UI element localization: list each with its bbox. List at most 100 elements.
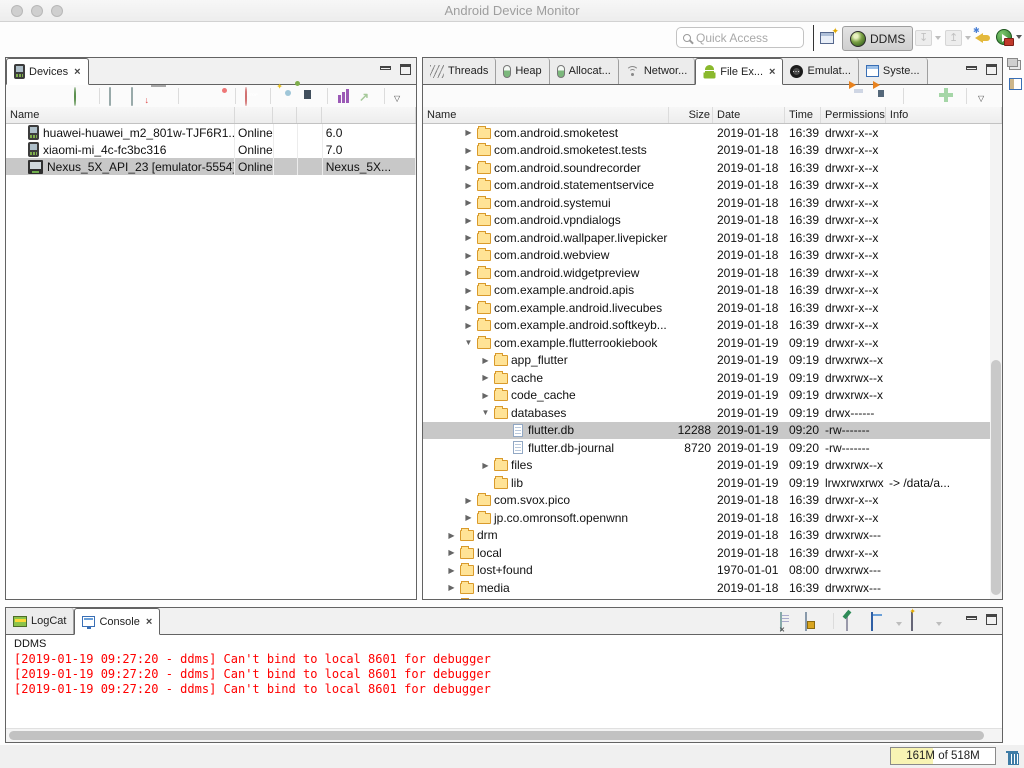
expand-arrow-icon[interactable]: ▶ [463, 128, 474, 137]
maximize-view-icon[interactable] [400, 64, 411, 75]
scrollbar-thumb[interactable] [9, 731, 984, 740]
expand-arrow-icon[interactable]: ▶ [463, 198, 474, 207]
tree-row[interactable]: ▶ com.android.webview 2019-01-18 16:39 dr… [423, 247, 1002, 265]
tree-row[interactable]: ▼ databases 2019-01-19 09:19 drwx------ [423, 404, 1002, 422]
tab-console[interactable]: Console × [74, 608, 161, 635]
open-console-button[interactable] [911, 612, 927, 631]
tree-row[interactable]: ▶ com.android.widgetpreview 2019-01-18 16… [423, 264, 1002, 282]
tree-row[interactable]: ▼ com.example.flutterrookiebook 2019-01-1… [423, 334, 1002, 352]
tree-row[interactable]: ▶ com.android.smoketest 2019-01-18 16:39 … [423, 124, 1002, 142]
run-external-tools-button[interactable] [996, 29, 1014, 46]
run-external-dropdown-icon[interactable] [1016, 35, 1022, 39]
expand-arrow-icon[interactable]: ▶ [446, 548, 457, 557]
tree-row[interactable]: ▶ local 2019-01-18 16:39 drwxr-x--x [423, 544, 1002, 562]
expand-arrow-icon[interactable]: ▼ [463, 338, 474, 347]
tab-emulator-control[interactable]: Emulat... [783, 58, 859, 84]
last-edit-location-button[interactable] [915, 30, 932, 46]
tab-devices[interactable]: Devices × [6, 58, 89, 85]
tree-row[interactable]: ▶ com.android.vpndialogs 2019-01-18 16:39… [423, 212, 1002, 230]
pull-file-button[interactable] [852, 88, 868, 104]
quick-access-input[interactable] [696, 30, 788, 45]
tree-row[interactable]: ▶ cache 2019-01-19 09:19 drwxrwx--x [423, 369, 1002, 387]
systrace-button[interactable]: ↗ [359, 88, 375, 104]
expand-arrow-icon[interactable]: ▶ [463, 216, 474, 225]
minimize-view-icon[interactable] [966, 616, 977, 620]
minimize-view-icon[interactable] [966, 66, 977, 70]
push-file-button[interactable] [876, 88, 892, 104]
tree-row[interactable]: flutter.db 12288 2019-01-19 09:20 -rw---… [423, 421, 1002, 439]
tab-logcat[interactable]: LogCat [6, 608, 75, 634]
view-menu-icon[interactable]: ▽ [978, 88, 994, 104]
tree-row[interactable]: ▶ app_flutter 2019-01-19 09:19 drwxrwx--x [423, 352, 1002, 370]
expand-arrow-icon[interactable]: ▶ [446, 531, 457, 540]
close-icon[interactable]: × [769, 66, 775, 78]
expand-arrow-icon[interactable]: ▶ [480, 391, 491, 400]
expand-arrow-icon[interactable]: ▶ [463, 496, 474, 505]
tree-row[interactable]: ▶ com.example.android.apis 2019-01-18 16:… [423, 282, 1002, 300]
expand-arrow-icon[interactable]: ▶ [463, 233, 474, 242]
expand-arrow-icon[interactable]: ▶ [463, 303, 474, 312]
clear-console-button[interactable] [780, 612, 796, 631]
pin-console-button[interactable] [846, 612, 862, 631]
expand-arrow-icon[interactable]: ▶ [480, 356, 491, 365]
tree-row[interactable]: ▶ com.example.android.softkeyb... 2019-01… [423, 317, 1002, 335]
minimized-view-icon[interactable] [1008, 78, 1022, 90]
start-method-profiling-button[interactable] [210, 88, 227, 104]
tab-network-statistics[interactable]: Networ... [618, 58, 696, 84]
open-perspective-button[interactable]: ✦ [820, 26, 839, 46]
display-selected-console-button[interactable] [871, 612, 887, 631]
expand-arrow-icon[interactable]: ▼ [480, 408, 491, 417]
screen-capture-button[interactable] [280, 88, 296, 104]
expand-arrow-icon[interactable]: ▶ [463, 181, 474, 190]
display-console-dropdown-icon[interactable] [896, 622, 902, 626]
scrollbar-thumb[interactable] [991, 360, 1001, 595]
tree-row[interactable]: ▶ jp.co.omronsoft.openwnn 2019-01-18 16:3… [423, 509, 1002, 527]
device-row[interactable]: Nexus_5X_API_23 [emulator-5554] Online N… [6, 158, 416, 175]
tab-allocation-tracker[interactable]: Allocat... [549, 58, 619, 84]
horizontal-scrollbar[interactable] [6, 728, 1002, 742]
tree-row[interactable]: ▶ code_cache 2019-01-19 09:19 drwxrwx--x [423, 387, 1002, 405]
quick-access-box[interactable] [676, 27, 804, 48]
tab-file-explorer[interactable]: File Ex... × [695, 58, 784, 85]
open-console-dropdown-icon[interactable] [936, 622, 942, 626]
tree-row[interactable]: ▶ com.android.systemui 2019-01-18 16:39 d… [423, 194, 1002, 212]
next-annotation-button[interactable] [945, 30, 962, 46]
ddms-perspective-button[interactable]: DDMS [842, 26, 914, 51]
tree-row[interactable]: ▶ com.example.android.livecubes 2019-01-1… [423, 299, 1002, 317]
tree-row[interactable]: ▶ lost+found 1970-01-01 08:00 drwxrwx--- [423, 562, 1002, 580]
expand-arrow-icon[interactable]: ▶ [463, 268, 474, 277]
update-threads-button[interactable] [188, 88, 204, 104]
tree-row[interactable]: ▶ files 2019-01-19 09:19 drwxrwx--x [423, 457, 1002, 475]
minimize-view-icon[interactable] [380, 66, 391, 70]
tree-row[interactable]: ▶ drm 2019-01-18 16:39 drwxrwx--- [423, 527, 1002, 545]
hierarchy-view-button[interactable] [337, 88, 353, 104]
console-output[interactable]: DDMS [2019-01-19 09:27:20 - ddms] Can't … [6, 635, 1002, 728]
delete-file-button[interactable] [915, 88, 931, 104]
tree-row[interactable]: flutter.db-journal 8720 2019-01-19 09:20… [423, 439, 1002, 457]
expand-arrow-icon[interactable]: ▶ [480, 373, 491, 382]
tab-heap[interactable]: Heap [496, 58, 550, 84]
tree-row[interactable]: ▶ com.android.soundrecorder 2019-01-18 16… [423, 159, 1002, 177]
restore-views-icon[interactable] [1007, 58, 1021, 70]
dump-hprof-button[interactable]: ↓ [131, 87, 149, 106]
device-row[interactable]: huawei-huawei_m2_801w-TJF6R1... Online 6… [6, 124, 416, 141]
next-annotation-dropdown-icon[interactable] [965, 36, 971, 40]
expand-arrow-icon[interactable]: ▶ [463, 286, 474, 295]
vertical-scrollbar[interactable] [990, 124, 1002, 599]
expand-arrow-icon[interactable]: ▶ [446, 566, 457, 575]
tree-row[interactable]: ▶ com.android.statementservice 2019-01-18… [423, 177, 1002, 195]
stop-process-button[interactable] [245, 87, 261, 106]
debug-process-button[interactable] [74, 87, 90, 106]
maximize-view-icon[interactable] [986, 614, 997, 625]
tree-row[interactable]: ▶ media 2019-01-18 16:39 drwxrwx--- [423, 579, 1002, 597]
expand-arrow-icon[interactable]: ▶ [463, 146, 474, 155]
update-heap-button[interactable] [109, 87, 125, 106]
tree-row[interactable]: ▶ com.svox.pico 2019-01-18 16:39 drwxr-x-… [423, 492, 1002, 510]
tree-row[interactable]: ▶ com.android.wallpaper.livepicker 2019-0… [423, 229, 1002, 247]
new-folder-button[interactable] [939, 88, 955, 104]
cause-gc-button[interactable] [153, 88, 169, 104]
maximize-view-icon[interactable] [986, 64, 997, 75]
scroll-lock-button[interactable] [805, 612, 821, 631]
close-icon[interactable]: × [74, 66, 80, 78]
close-icon[interactable]: × [146, 616, 152, 628]
